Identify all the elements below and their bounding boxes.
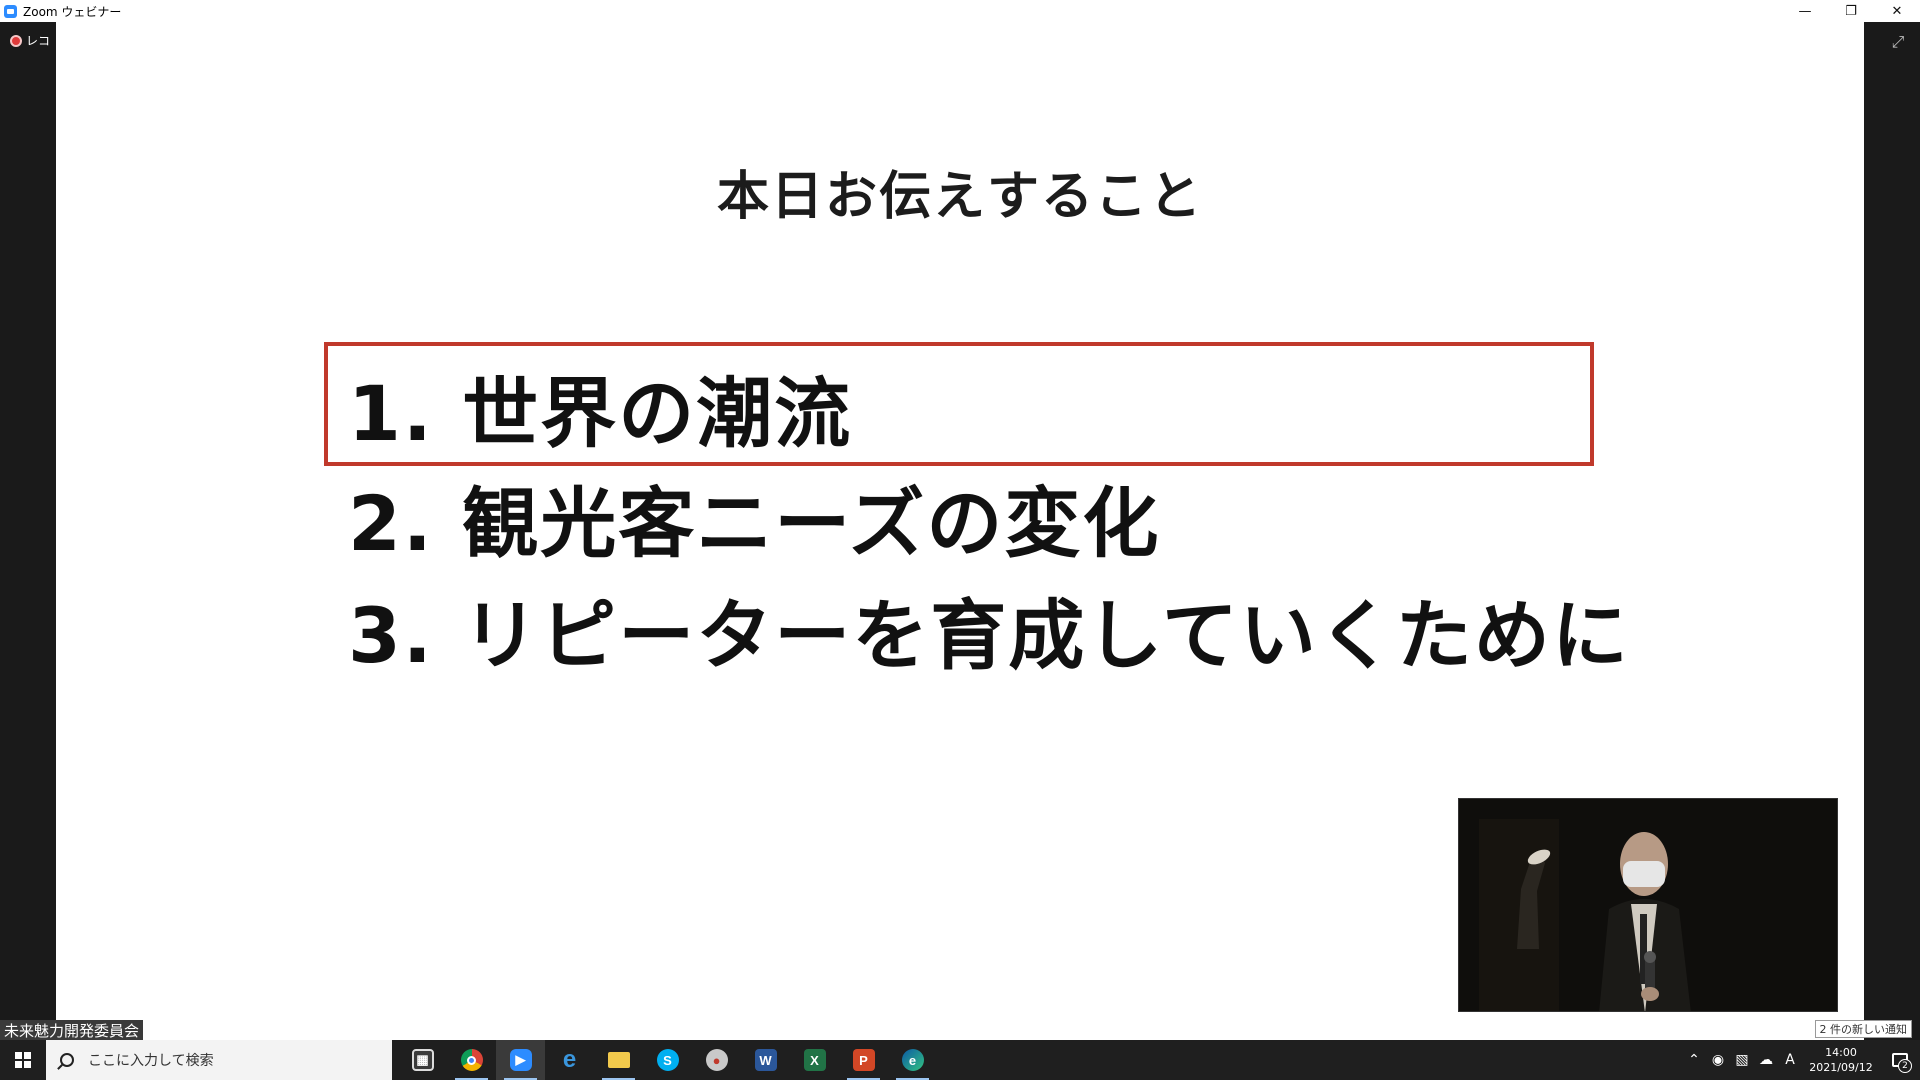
slide-item-2: 2. 観光客ニーズの変化 bbox=[348, 479, 1161, 568]
minimize-button[interactable]: — bbox=[1782, 0, 1828, 22]
taskbar: ここに入力して検索 ▦ ▶ e S ● W X P e ⌃ ◉ ▧ ☁ A 14… bbox=[0, 1040, 1920, 1080]
meeting-view: 本日お伝えすること 1. 世界の潮流 2. 観光客ニーズの変化 3. リピーター… bbox=[0, 22, 1920, 1040]
windows-icon bbox=[15, 1052, 31, 1068]
clock-date: 2021/09/12 bbox=[1809, 1061, 1873, 1074]
zoom-app-icon bbox=[4, 4, 17, 18]
notification-count: 2 bbox=[1898, 1059, 1912, 1073]
recording-indicator[interactable]: レコーディング中 bbox=[10, 32, 50, 49]
recording-label: レコーディング中 bbox=[26, 34, 50, 48]
start-button[interactable] bbox=[0, 1040, 46, 1080]
record-icon bbox=[10, 34, 22, 47]
speaker-name-label: 未来魅力開発委員会 bbox=[0, 1020, 144, 1040]
speaker-video-image bbox=[1459, 799, 1837, 1011]
action-center-button[interactable]: 2 bbox=[1880, 1040, 1920, 1080]
cloud-icon[interactable]: ☁ bbox=[1754, 1052, 1778, 1068]
camera-icon[interactable]: ◉ bbox=[1706, 1052, 1730, 1068]
chrome-icon[interactable] bbox=[447, 1040, 496, 1080]
internet-explorer-icon[interactable]: e bbox=[545, 1040, 594, 1080]
speaker-video[interactable] bbox=[1458, 798, 1838, 1012]
search-placeholder: ここに入力して検索 bbox=[88, 1053, 214, 1069]
chevron-up-icon[interactable]: ⌃ bbox=[1682, 1052, 1706, 1068]
close-button[interactable]: ✕ bbox=[1874, 0, 1920, 22]
word-icon[interactable]: W bbox=[741, 1040, 790, 1080]
app-icon[interactable]: ● bbox=[692, 1040, 741, 1080]
powerpoint-icon[interactable]: P bbox=[839, 1040, 888, 1080]
search-icon bbox=[60, 1053, 74, 1067]
skype-icon[interactable]: S bbox=[643, 1040, 692, 1080]
excel-icon[interactable]: X bbox=[790, 1040, 839, 1080]
edge-icon[interactable]: e bbox=[888, 1040, 937, 1080]
store-icon[interactable]: ▦ bbox=[398, 1040, 447, 1080]
window-title: Zoom ウェビナー bbox=[23, 4, 122, 19]
slide-item-1: 1. 世界の潮流 bbox=[348, 369, 853, 458]
file-explorer-icon[interactable] bbox=[594, 1040, 643, 1080]
fullscreen-icon[interactable]: ⤢ bbox=[1888, 32, 1908, 52]
notification-tooltip: 2 件の新しい通知 bbox=[1814, 1020, 1912, 1038]
window-controls: — ❐ ✕ bbox=[1782, 0, 1920, 22]
taskbar-search[interactable]: ここに入力して検索 bbox=[46, 1040, 392, 1080]
system-tray: ⌃ ◉ ▧ ☁ A 14:00 2021/09/12 2 bbox=[1682, 1040, 1920, 1080]
network-icon[interactable]: ▧ bbox=[1730, 1052, 1754, 1068]
clock[interactable]: 14:00 2021/09/12 bbox=[1802, 1045, 1880, 1075]
clock-time: 14:00 bbox=[1825, 1046, 1857, 1059]
zoom-icon[interactable]: ▶ bbox=[496, 1040, 545, 1080]
title-bar: Zoom ウェビナー — ❐ ✕ bbox=[0, 0, 1920, 22]
taskbar-apps: ▦ ▶ e S ● W X P e bbox=[398, 1040, 937, 1080]
slide-item-3: 3. リピーターを育成していくために bbox=[348, 591, 1630, 680]
ime-indicator[interactable]: A bbox=[1778, 1052, 1802, 1068]
restore-button[interactable]: ❐ bbox=[1828, 0, 1874, 22]
slide-title: 本日お伝えすること bbox=[716, 167, 1203, 227]
